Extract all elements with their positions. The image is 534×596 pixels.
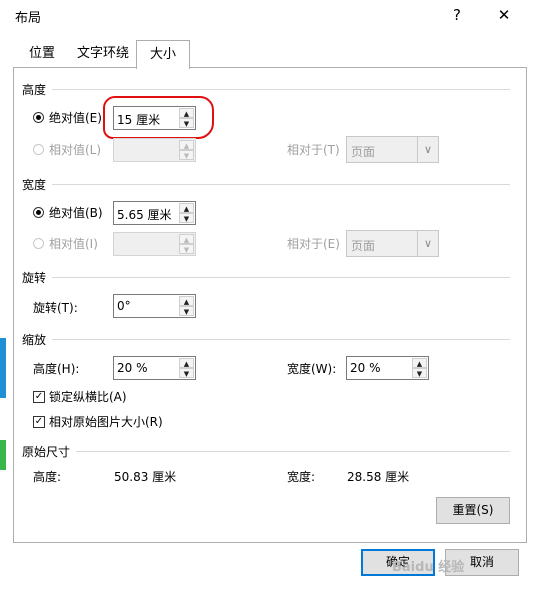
background-image-strip-2: [0, 440, 6, 470]
height-relative-radio[interactable]: [33, 144, 44, 155]
baidu-watermark: Baidu 经验: [392, 560, 465, 575]
width-relative-to-select[interactable]: 页面 ∨: [346, 230, 439, 257]
scale-height-spinner[interactable]: 20 % ▲ ▼: [113, 356, 196, 380]
rotation-spinner[interactable]: 0° ▲ ▼: [113, 294, 196, 318]
height-relative-to-label: 相对于(T): [287, 143, 340, 157]
dialog-title: 布局: [15, 11, 42, 26]
size-panel: [13, 67, 527, 543]
lock-aspect-label: 锁定纵横比(A): [49, 390, 127, 404]
help-button[interactable]: ?: [440, 0, 474, 30]
spin-up-icon[interactable]: ▲: [412, 358, 427, 368]
spin-down-icon[interactable]: ▼: [179, 306, 194, 316]
spin-down-icon[interactable]: ▼: [179, 150, 194, 160]
width-absolute-spinner[interactable]: 5.65 厘米 ▲ ▼: [113, 201, 196, 225]
tab-size[interactable]: 大小: [136, 40, 190, 69]
chevron-down-icon: ∨: [417, 137, 438, 162]
height-relative-spinner[interactable]: ▲ ▼: [113, 138, 196, 162]
rotation-separator: [52, 277, 510, 278]
check-icon: ✓: [34, 416, 44, 427]
scale-separator: [52, 339, 510, 340]
width-absolute-value: 5.65 厘米: [117, 208, 172, 222]
rotation-value: 0°: [117, 299, 131, 313]
background-image-strip: [0, 338, 6, 398]
chevron-down-icon: ∨: [417, 231, 438, 256]
scale-section-title: 缩放: [22, 333, 47, 347]
original-size-section-title: 原始尺寸: [22, 445, 71, 459]
spin-up-icon[interactable]: ▲: [179, 358, 194, 368]
width-relative-spinner[interactable]: ▲ ▼: [113, 232, 196, 256]
height-relative-to-value: 页面: [351, 145, 376, 159]
reset-button[interactable]: 重置(S): [436, 497, 510, 524]
tab-text-wrapping[interactable]: 文字环绕: [70, 41, 136, 67]
spin-up-icon[interactable]: ▲: [179, 203, 194, 213]
check-icon: ✓: [34, 391, 44, 402]
width-section-title: 宽度: [22, 178, 47, 192]
scale-height-value: 20 %: [117, 361, 148, 375]
original-height-value: 50.83 厘米: [114, 470, 177, 484]
spin-up-icon[interactable]: ▲: [179, 296, 194, 306]
height-relative-label: 相对值(L): [49, 143, 102, 157]
width-relative-to-value: 页面: [351, 239, 376, 253]
scale-width-value: 20 %: [350, 361, 381, 375]
spin-down-icon[interactable]: ▼: [412, 368, 427, 378]
scale-height-label: 高度(H):: [33, 362, 80, 376]
close-button[interactable]: ✕: [487, 0, 521, 30]
height-separator: [52, 89, 510, 90]
width-relative-label: 相对值(I): [49, 237, 98, 251]
width-separator: [52, 184, 510, 185]
original-size-separator: [76, 451, 510, 452]
spin-up-icon[interactable]: ▲: [179, 140, 194, 150]
scale-width-spinner[interactable]: 20 % ▲ ▼: [346, 356, 429, 380]
width-absolute-label: 绝对值(B): [49, 206, 103, 220]
original-width-value: 28.58 厘米: [347, 470, 410, 484]
spin-up-icon[interactable]: ▲: [179, 234, 194, 244]
rotation-section-title: 旋转: [22, 271, 47, 285]
height-absolute-label: 绝对值(E): [49, 111, 102, 125]
lock-aspect-checkbox[interactable]: ✓: [33, 391, 45, 403]
red-annotation-circle: [103, 96, 214, 139]
height-section-title: 高度: [22, 83, 47, 97]
original-width-label: 宽度:: [287, 470, 316, 484]
spin-down-icon[interactable]: ▼: [179, 213, 194, 223]
relative-original-label: 相对原始图片大小(R): [49, 415, 163, 429]
spin-down-icon[interactable]: ▼: [179, 244, 194, 254]
tab-position[interactable]: 位置: [14, 41, 70, 67]
original-height-label: 高度:: [33, 470, 62, 484]
spin-down-icon[interactable]: ▼: [179, 368, 194, 378]
rotation-label: 旋转(T):: [33, 301, 78, 315]
height-absolute-radio[interactable]: [33, 112, 44, 123]
width-relative-radio[interactable]: [33, 238, 44, 249]
scale-width-label: 宽度(W):: [287, 362, 337, 376]
height-relative-to-select[interactable]: 页面 ∨: [346, 136, 439, 163]
width-absolute-radio[interactable]: [33, 207, 44, 218]
width-relative-to-label: 相对于(E): [287, 237, 340, 251]
relative-original-checkbox[interactable]: ✓: [33, 416, 45, 428]
